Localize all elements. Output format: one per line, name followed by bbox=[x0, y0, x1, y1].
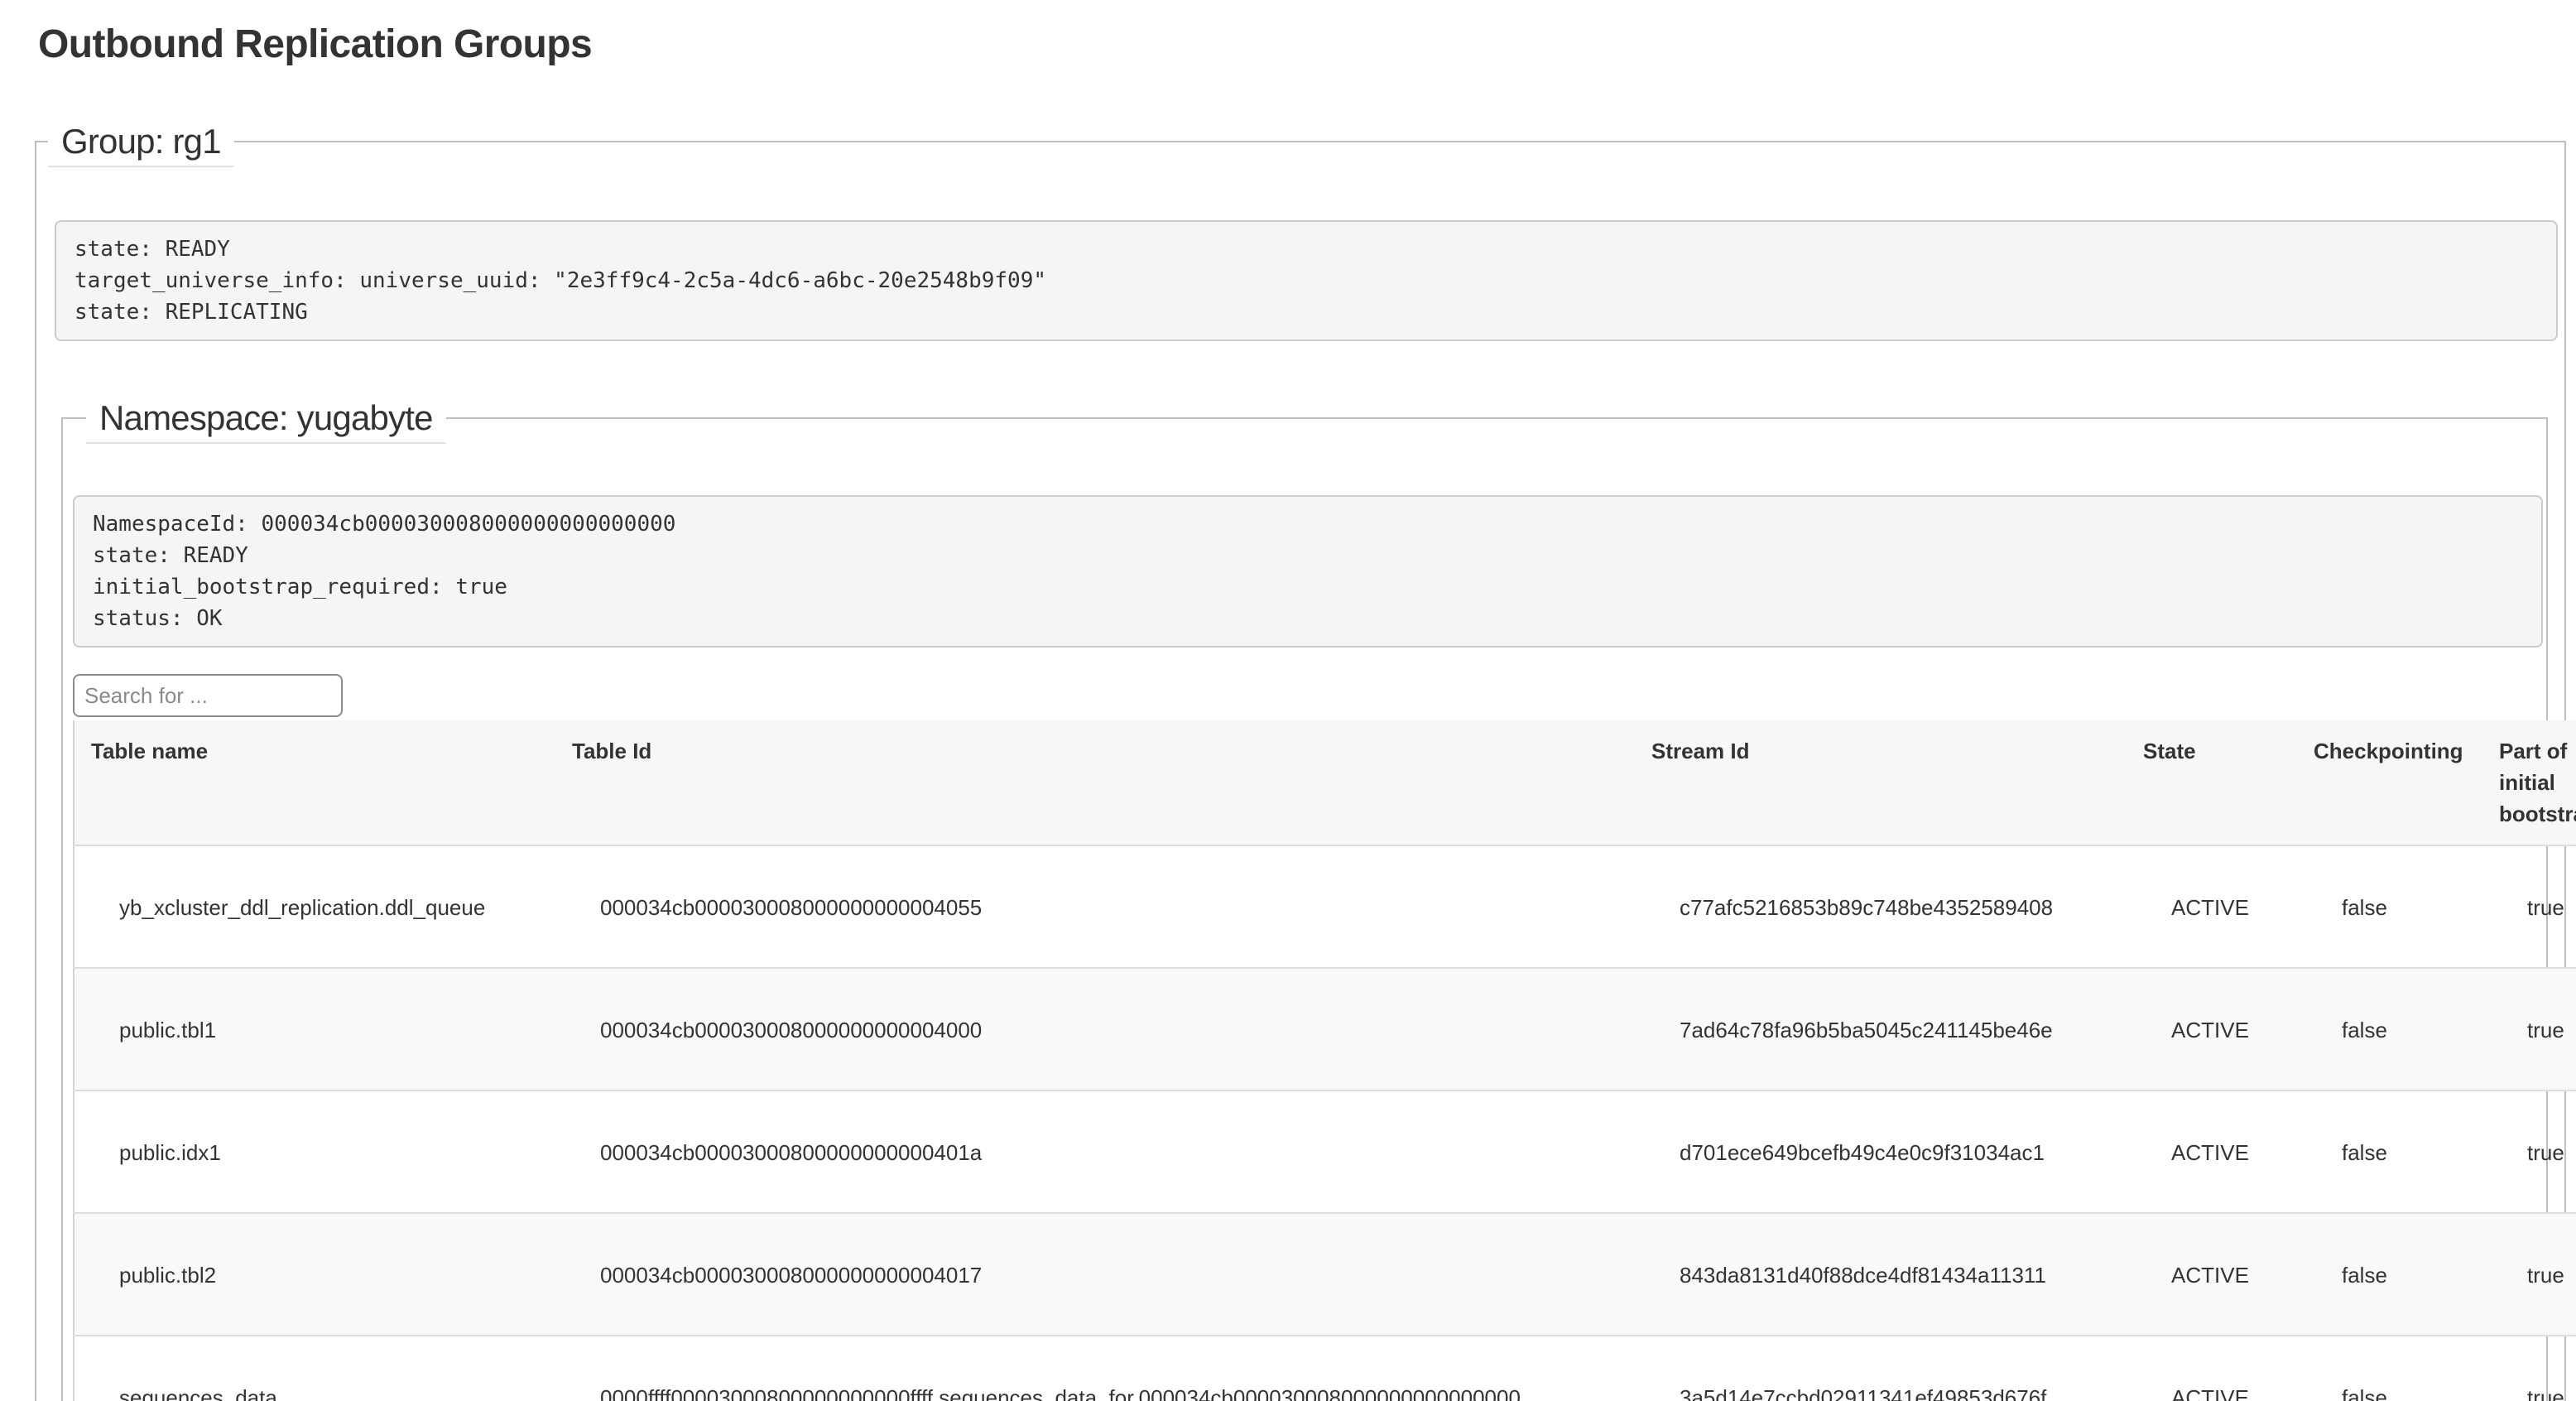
cell-state: ACTIVE bbox=[2127, 1090, 2297, 1213]
cell-part-of-initial-bootstrap: true bbox=[2482, 1336, 2576, 1401]
column-header-part-of-initial-bootstrap[interactable]: Part of initial bootstrap bbox=[2482, 720, 2576, 845]
cell-part-of-initial-bootstrap: true bbox=[2482, 1090, 2576, 1213]
cell-stream-id: 843da8131d40f88dce4df81434a11311 bbox=[1635, 1213, 2127, 1336]
cell-table-name: public.idx1 bbox=[74, 1090, 555, 1213]
column-header-state[interactable]: State bbox=[2127, 720, 2297, 845]
cell-table-id: 000034cb00003000800000000000401a bbox=[555, 1090, 1635, 1213]
group-fieldset: Group: rg1 state: READY target_universe_… bbox=[35, 141, 2566, 1401]
cell-state: ACTIVE bbox=[2127, 845, 2297, 968]
namespace-fieldset: Namespace: yugabyte NamespaceId: 000034c… bbox=[61, 417, 2548, 1401]
table-row: yb_xcluster_ddl_replication.ddl_queue000… bbox=[74, 845, 2576, 968]
cell-stream-id: 7ad64c78fa96b5ba5045c241145be46e bbox=[1635, 968, 2127, 1090]
table-row: public.tbl1000034cb000030008000000000004… bbox=[74, 968, 2576, 1090]
table-row: public.tbl2000034cb000030008000000000004… bbox=[74, 1213, 2576, 1336]
cell-state: ACTIVE bbox=[2127, 968, 2297, 1090]
cell-checkpointing: false bbox=[2297, 845, 2482, 968]
cell-table-name: yb_xcluster_ddl_replication.ddl_queue bbox=[74, 845, 555, 968]
cell-table-id: 000034cb000030008000000000004017 bbox=[555, 1213, 1635, 1336]
cell-state: ACTIVE bbox=[2127, 1336, 2297, 1401]
table-body: yb_xcluster_ddl_replication.ddl_queue000… bbox=[74, 845, 2576, 1401]
cell-checkpointing: false bbox=[2297, 1213, 2482, 1336]
cell-part-of-initial-bootstrap: true bbox=[2482, 968, 2576, 1090]
group-legend: Group: rg1 bbox=[48, 118, 234, 167]
table-row: sequences_data0000ffff000030008000000000… bbox=[74, 1336, 2576, 1401]
cell-checkpointing: false bbox=[2297, 968, 2482, 1090]
cell-table-id: 0000ffff00003000800000000000ffff.sequenc… bbox=[555, 1336, 1635, 1401]
table-header: Table nameTable IdStream IdStateCheckpoi… bbox=[74, 720, 2576, 845]
cell-state: ACTIVE bbox=[2127, 1213, 2297, 1336]
cell-checkpointing: false bbox=[2297, 1090, 2482, 1213]
cell-part-of-initial-bootstrap: true bbox=[2482, 1213, 2576, 1336]
column-header-checkpointing[interactable]: Checkpointing bbox=[2297, 720, 2482, 845]
cell-table-name: sequences_data bbox=[74, 1336, 555, 1401]
column-header-table-name[interactable]: Table name bbox=[74, 720, 555, 845]
table-header-row: Table nameTable IdStream IdStateCheckpoi… bbox=[74, 720, 2576, 845]
page-title: Outbound Replication Groups bbox=[38, 23, 2576, 66]
table-row: public.idx1000034cb000030008000000000004… bbox=[74, 1090, 2576, 1213]
search-input[interactable] bbox=[73, 674, 343, 717]
cell-stream-id: c77afc5216853b89c748be4352589408 bbox=[1635, 845, 2127, 968]
cell-table-id: 000034cb000030008000000000004000 bbox=[555, 968, 1635, 1090]
cell-stream-id: d701ece649bcefb49c4e0c9f31034ac1 bbox=[1635, 1090, 2127, 1213]
column-header-stream-id[interactable]: Stream Id bbox=[1635, 720, 2127, 845]
cell-table-id: 000034cb000030008000000000004055 bbox=[555, 845, 1635, 968]
page: Outbound Replication Groups Group: rg1 s… bbox=[0, 0, 2576, 1401]
cell-table-name: public.tbl1 bbox=[74, 968, 555, 1090]
tables-table: Table nameTable IdStream IdStateCheckpoi… bbox=[73, 720, 2576, 1401]
cell-stream-id: 3a5d14e7ccbd02911341ef49853d676f bbox=[1635, 1336, 2127, 1401]
cell-part-of-initial-bootstrap: true bbox=[2482, 845, 2576, 968]
cell-table-name: public.tbl2 bbox=[74, 1213, 555, 1336]
namespace-info-code: NamespaceId: 000034cb0000300080000000000… bbox=[73, 495, 2543, 648]
namespace-legend: Namespace: yugabyte bbox=[86, 394, 446, 444]
cell-checkpointing: false bbox=[2297, 1336, 2482, 1401]
column-header-table-id[interactable]: Table Id bbox=[555, 720, 1635, 845]
group-info-code: state: READY target_universe_info: unive… bbox=[55, 220, 2558, 341]
